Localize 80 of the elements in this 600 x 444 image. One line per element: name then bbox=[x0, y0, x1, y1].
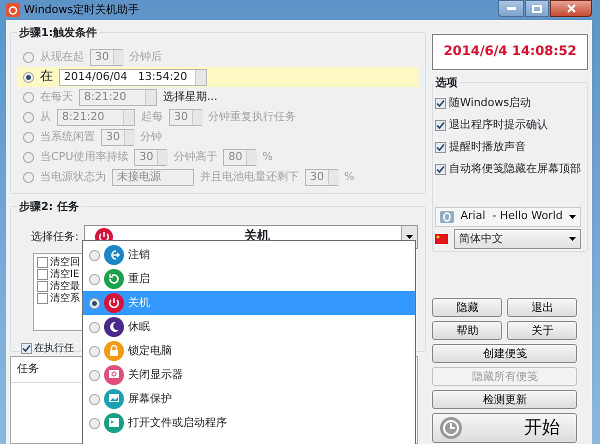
radio-button[interactable] bbox=[89, 370, 100, 380]
checkbox-label: 自动将便笺隐藏在屏幕顶部 bbox=[449, 161, 581, 178]
checkbox[interactable] bbox=[21, 343, 32, 354]
checkbox-label: 清空最 bbox=[50, 280, 80, 292]
checkbox-label: 清空回 bbox=[50, 256, 80, 268]
radio-button[interactable] bbox=[23, 112, 34, 122]
clock-icon bbox=[438, 416, 463, 440]
checkbox-label: 随Windows启动 bbox=[449, 95, 532, 112]
menu-item[interactable]: 重启 bbox=[83, 267, 415, 291]
checkbox[interactable] bbox=[435, 120, 446, 131]
radio-button[interactable] bbox=[89, 418, 100, 428]
window-title: Windows定时关机助手 bbox=[24, 2, 140, 18]
minimize-button[interactable] bbox=[498, 0, 524, 17]
condition-label: 起每 bbox=[141, 108, 163, 125]
radio-button[interactable] bbox=[23, 172, 34, 182]
font-select[interactable]: Arial - Hello World bbox=[435, 206, 581, 226]
checkbox[interactable] bbox=[37, 256, 48, 268]
radio-button[interactable] bbox=[23, 72, 34, 82]
language-select[interactable]: 简体中文 bbox=[454, 229, 581, 250]
condition-label: 分钟重复执行任务 bbox=[208, 108, 296, 125]
condition-label: 分钟后 bbox=[129, 48, 162, 65]
flag-icon bbox=[435, 234, 448, 244]
condition-label: 当系统闲置 bbox=[40, 128, 95, 145]
checkbox[interactable] bbox=[37, 268, 48, 280]
radio-button[interactable] bbox=[89, 298, 100, 308]
menu-item[interactable]: 锁定电脑 bbox=[83, 339, 415, 363]
condition-label: 在 bbox=[40, 68, 53, 86]
condition-label: 当电源状态为 bbox=[40, 168, 106, 185]
radio-button[interactable] bbox=[23, 152, 34, 162]
checkbox-label: 清空系 bbox=[50, 292, 80, 306]
checkbox[interactable] bbox=[37, 292, 48, 304]
button[interactable]: 帮助 bbox=[432, 320, 502, 340]
condition-label: % bbox=[344, 168, 354, 185]
button[interactable]: 关于 bbox=[507, 320, 578, 340]
radio-button[interactable] bbox=[89, 346, 100, 356]
caret-icon bbox=[569, 237, 576, 242]
condition-label: 当CPU使用率持续 bbox=[40, 148, 128, 165]
menu-item[interactable]: 关闭显示器 bbox=[83, 363, 415, 387]
spin-field[interactable]: 2014/06/04 13:54:20 bbox=[59, 68, 207, 86]
radio-button[interactable] bbox=[89, 322, 100, 332]
menu-item[interactable]: 打开文件或启动程序 bbox=[83, 411, 415, 435]
close-icon bbox=[566, 4, 576, 13]
clock-display: 2014/6/4 14:08:52 bbox=[432, 34, 588, 70]
checkbox-label: 提醒时播放声音 bbox=[449, 139, 526, 156]
field-label: 选择任务: bbox=[31, 228, 79, 245]
condition-label: 分钟 bbox=[140, 128, 162, 145]
condition-label: % bbox=[262, 148, 273, 165]
radio-button[interactable] bbox=[23, 52, 34, 62]
weekday-link[interactable]: 选择星期... bbox=[163, 88, 218, 106]
checkbox[interactable] bbox=[435, 164, 446, 175]
radio-button[interactable] bbox=[23, 92, 34, 102]
radio-button[interactable] bbox=[89, 394, 100, 404]
condition-label: 从现在起 bbox=[40, 48, 84, 65]
checkbox-label: 在执行任 bbox=[34, 342, 74, 356]
radio-button[interactable] bbox=[23, 132, 34, 142]
button[interactable]: 退出 bbox=[507, 298, 578, 316]
checkbox[interactable] bbox=[435, 98, 446, 109]
app-icon bbox=[6, 3, 20, 17]
condition-label: 在每天 bbox=[40, 88, 73, 105]
checkbox[interactable] bbox=[435, 142, 446, 153]
maximize-button[interactable] bbox=[525, 0, 549, 17]
checkbox-label: 退出程序时提示确认 bbox=[449, 117, 548, 134]
condition-label: 分钟高于 bbox=[173, 148, 218, 165]
radio-button[interactable] bbox=[89, 274, 100, 284]
button[interactable]: 隐藏 bbox=[432, 298, 502, 316]
checkbox[interactable] bbox=[37, 280, 48, 292]
menu-item[interactable]: 休眠 bbox=[83, 315, 415, 339]
group-title: 选项 bbox=[433, 74, 460, 91]
column-header: 任务 bbox=[17, 361, 39, 377]
condition-label: 从 bbox=[40, 108, 51, 125]
start-button[interactable]: 开始 bbox=[432, 412, 578, 442]
checkbox-label: 清空IE bbox=[50, 268, 80, 280]
close-button[interactable] bbox=[550, 0, 592, 17]
radio-button[interactable] bbox=[89, 250, 100, 260]
caret-icon bbox=[569, 214, 576, 218]
condition-label: 并且电池电量还剩下 bbox=[200, 168, 299, 185]
font-icon bbox=[440, 210, 454, 222]
menu-item[interactable]: 屏幕保护 bbox=[83, 387, 415, 411]
button[interactable]: 检测更新 bbox=[432, 390, 578, 408]
button[interactable]: 创建便笺 bbox=[432, 344, 578, 362]
